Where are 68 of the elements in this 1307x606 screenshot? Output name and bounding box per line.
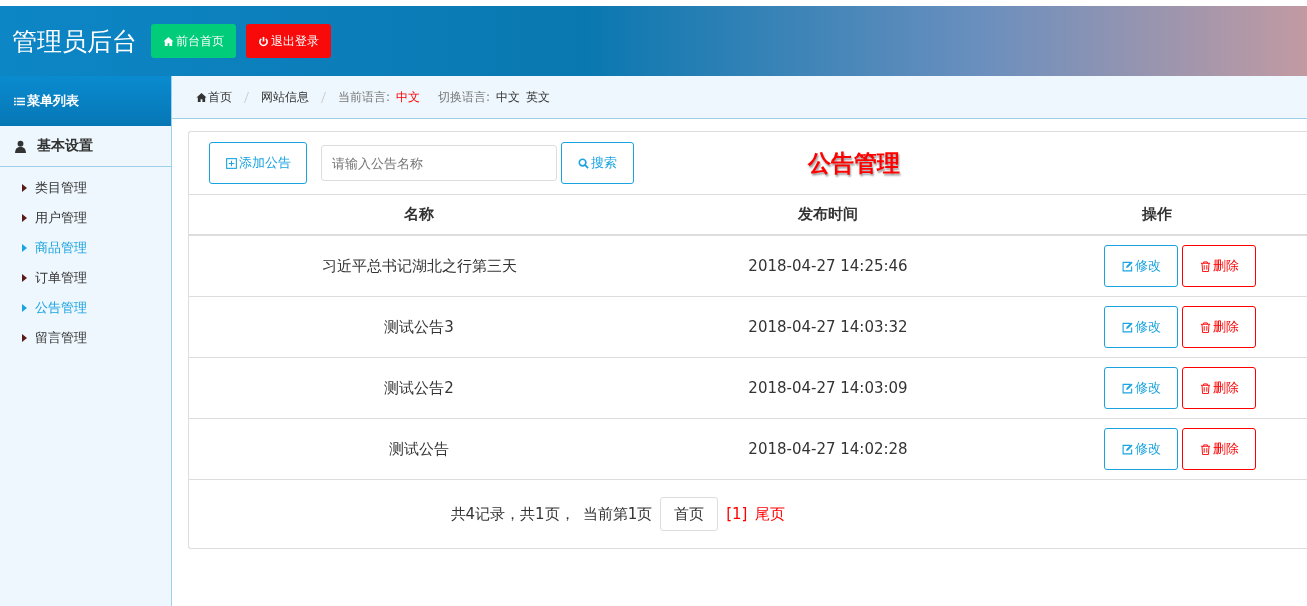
menu-item[interactable]: 公告管理 [0, 293, 171, 323]
switch-language-label: 切换语言: [438, 88, 491, 106]
page-link[interactable]: [1] [726, 505, 748, 523]
edit-icon [1121, 443, 1133, 455]
delete-button[interactable]: 删除 [1182, 428, 1256, 470]
app-title: 管理员后台 [12, 25, 137, 58]
trash-icon [1199, 321, 1211, 333]
menu-item[interactable]: 商品管理 [0, 233, 171, 263]
menu-title-text: 菜单列表 [27, 92, 79, 110]
table-cell: 2018-04-27 14:25:46 [649, 235, 1007, 297]
caret-icon [22, 184, 27, 192]
table-cell: 测试公告 [189, 418, 649, 480]
column-header: 发布时间 [649, 195, 1007, 235]
caret-icon [22, 274, 27, 282]
table-cell: 2018-04-27 14:03:09 [649, 357, 1007, 419]
table-cell: 习近平总书记湖北之行第三天 [189, 235, 649, 297]
menu-item[interactable]: 订单管理 [0, 263, 171, 293]
delete-button[interactable]: 删除 [1182, 306, 1256, 348]
last-page-link[interactable]: 尾页 [755, 504, 786, 524]
add-button[interactable]: 添加公告 [209, 142, 307, 184]
table-cell: 测试公告2 [189, 357, 649, 419]
column-header: 名称 [189, 195, 649, 235]
language-link[interactable]: 英文 [526, 88, 551, 106]
plus-square-icon [225, 157, 237, 169]
search-field[interactable]: 请输入公告名称 [321, 145, 557, 181]
menu-item[interactable]: 类目管理 [0, 173, 171, 203]
caret-icon [22, 334, 27, 342]
delete-button[interactable]: 删除 [1182, 245, 1256, 287]
current-language: 中文 [396, 88, 421, 106]
current-page: 当前第1页 [582, 504, 653, 524]
first-page-button[interactable]: 首页 [660, 497, 719, 531]
home-icon [163, 35, 174, 47]
edit-button[interactable]: 修改 [1104, 306, 1178, 348]
header-button[interactable]: 退出登录 [246, 24, 331, 58]
user-icon [14, 139, 27, 153]
edit-icon [1121, 382, 1133, 394]
caret-icon [22, 244, 27, 252]
menu-item[interactable]: 留言管理 [0, 323, 171, 353]
breadcrumb-link[interactable]: 网站信息 [261, 88, 309, 106]
edit-icon [1121, 260, 1133, 272]
column-header: 操作 [1007, 195, 1307, 235]
trash-icon [1199, 443, 1211, 455]
caret-icon [22, 214, 27, 222]
trash-icon [1199, 260, 1211, 272]
record-summary: 共4记录，共1页， [450, 504, 575, 524]
list-icon [14, 95, 25, 107]
table-cell: 2018-04-27 14:03:32 [649, 296, 1007, 358]
search-icon [578, 157, 589, 169]
search-button[interactable]: 搜索 [561, 142, 634, 184]
caret-icon [22, 304, 27, 312]
language-link[interactable]: 中文 [496, 88, 521, 106]
table-cell: 测试公告3 [189, 296, 649, 358]
trash-icon [1199, 382, 1211, 394]
menu-group[interactable]: 基本设置 [0, 126, 171, 167]
edit-button[interactable]: 修改 [1104, 428, 1178, 470]
power-icon [258, 35, 269, 47]
table-cell: 2018-04-27 14:02:28 [649, 418, 1007, 480]
page-heading: 公告管理 [808, 148, 900, 178]
delete-button[interactable]: 删除 [1182, 367, 1256, 409]
edit-button[interactable]: 修改 [1104, 245, 1178, 287]
home-icon [196, 91, 207, 103]
home-link[interactable]: 首页 [196, 88, 232, 106]
edit-button[interactable]: 修改 [1104, 367, 1178, 409]
language-label: 当前语言: [338, 88, 391, 106]
menu-group-label: 基本设置 [37, 137, 93, 155]
edit-icon [1121, 321, 1133, 333]
menu-item[interactable]: 用户管理 [0, 203, 171, 233]
header-button[interactable]: 前台首页 [151, 24, 236, 58]
